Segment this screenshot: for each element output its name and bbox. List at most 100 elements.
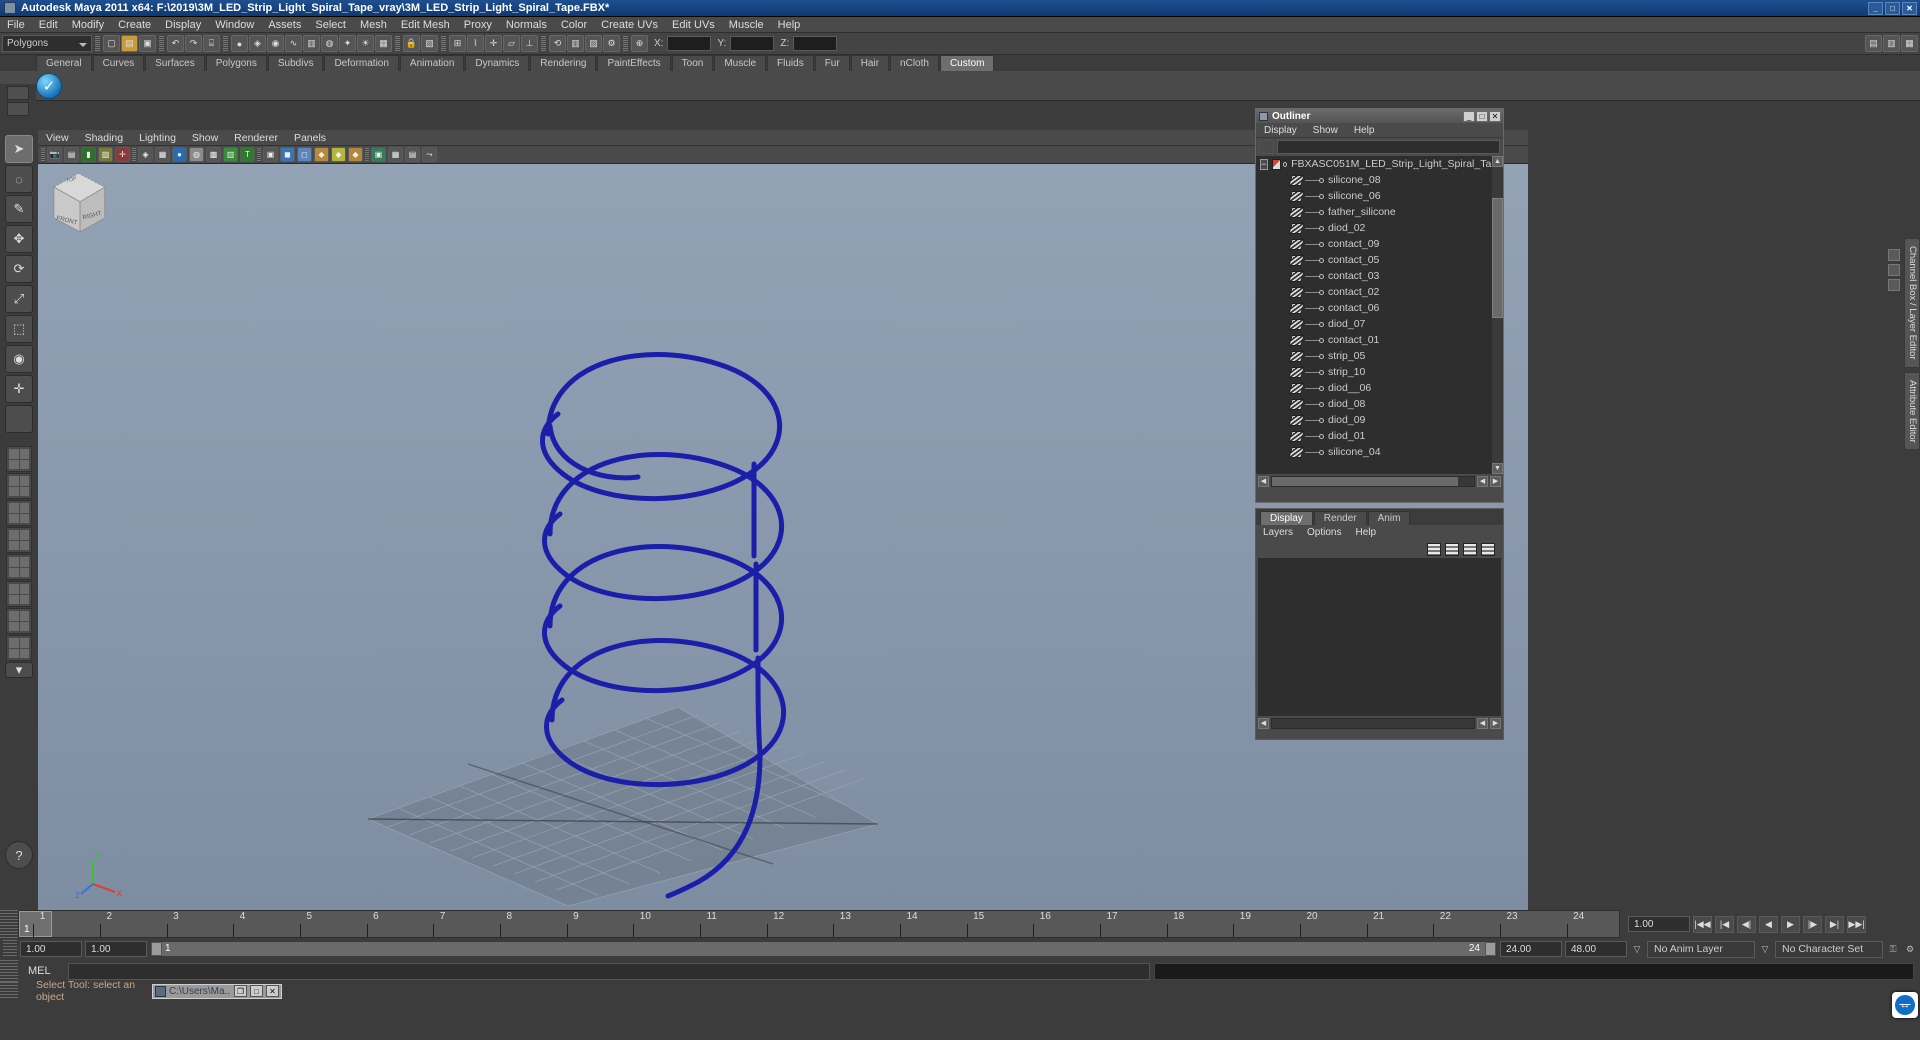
select-joints-icon[interactable]: ◉: [267, 35, 284, 52]
ipr-render-icon[interactable]: ▨: [585, 35, 602, 52]
panel-expand-icon[interactable]: [1888, 264, 1900, 276]
viewport-menu-show[interactable]: Show: [184, 132, 226, 144]
time-slider[interactable]: 1 1 2 3 4 5 6 7 8 9 10 11 12 13 14 15 16 17 18 19 20 21 22 23 2…: [18, 910, 1620, 938]
move-layer-up-icon[interactable]: [1427, 542, 1441, 556]
select-camera-icon[interactable]: 📷: [47, 147, 62, 162]
layer-hscroll-left-arrow[interactable]: ◀: [1258, 717, 1269, 729]
time-slider-grip[interactable]: [0, 910, 18, 938]
outliner-item[interactable]: contact_03: [1256, 268, 1503, 284]
menu-item-window[interactable]: Window: [208, 17, 261, 33]
outliner-hscroll-track[interactable]: [1271, 475, 1475, 487]
anim-layer-dropdown-icon[interactable]: ▽: [1758, 941, 1772, 958]
command-language-label[interactable]: MEL: [18, 965, 68, 977]
animation-preferences-icon[interactable]: ⚙: [1903, 941, 1917, 958]
layer-hscroll-track[interactable]: [1271, 717, 1475, 729]
menu-item-edit-uvs[interactable]: Edit UVs: [665, 17, 722, 33]
outliner-item[interactable]: silicone_04: [1256, 444, 1503, 460]
viewport-menu-view[interactable]: View: [38, 132, 77, 144]
color-management-icon[interactable]: ◆: [331, 147, 346, 162]
menu-item-proxy[interactable]: Proxy: [457, 17, 499, 33]
coord-z-field[interactable]: [793, 36, 838, 51]
construction-history-icon[interactable]: ⟲: [549, 35, 566, 52]
outliner-menu-display[interactable]: Display: [1256, 125, 1305, 136]
camera-attributes-icon[interactable]: ▤: [64, 147, 79, 162]
show-manipulator-tool-icon[interactable]: ✛: [5, 375, 33, 403]
shelf-tab-fur[interactable]: Fur: [814, 55, 850, 71]
shelf-tab-menu-button[interactable]: [7, 102, 29, 116]
undo-icon[interactable]: ↶: [167, 35, 184, 52]
go-to-end-button[interactable]: ▶▶|: [1847, 915, 1866, 933]
new-layer-from-selected-icon[interactable]: [1481, 542, 1495, 556]
menu-item-display[interactable]: Display: [158, 17, 208, 33]
shelf-tab-surfaces[interactable]: Surfaces: [145, 55, 205, 71]
outliner-item[interactable]: contact_01: [1256, 332, 1503, 348]
shelf-tab-custom[interactable]: Custom: [939, 55, 995, 71]
playback-end-field[interactable]: 48.00: [1565, 941, 1627, 957]
taskbar-close-button[interactable]: ✕: [266, 985, 279, 997]
expand-collapse-icon[interactable]: −: [1260, 158, 1268, 170]
menu-item-assets[interactable]: Assets: [261, 17, 308, 33]
two-d-pan-zoom-icon[interactable]: ✛: [115, 147, 130, 162]
move-tool-icon[interactable]: ✥: [5, 225, 33, 253]
shelf-tab-animation[interactable]: Animation: [399, 55, 465, 71]
layer-menu-options[interactable]: Options: [1300, 527, 1348, 538]
menu-item-modify[interactable]: Modify: [65, 17, 111, 33]
persp-uv-layout-icon[interactable]: [6, 581, 32, 607]
shelf-tab-rendering[interactable]: Rendering: [530, 55, 597, 71]
outliner-item[interactable]: contact_05: [1256, 252, 1503, 268]
wireframe-shading-icon[interactable]: ◈: [138, 147, 153, 162]
character-set-selector[interactable]: No Character Set: [1775, 940, 1883, 958]
new-layer-icon[interactable]: [1463, 542, 1477, 556]
layer-editor-scrollbar[interactable]: ◀ ◀ ▶: [1256, 716, 1503, 730]
view-cube[interactable]: TOP FRONT RIGHT: [38, 164, 116, 238]
taskbar-window-button[interactable]: C:\Users\Ma... ❐ □ ✕: [152, 983, 282, 999]
outliner-item[interactable]: diod__06: [1256, 380, 1503, 396]
range-left-handle[interactable]: [151, 942, 162, 956]
select-handles-icon[interactable]: ◈: [249, 35, 266, 52]
current-frame-field[interactable]: 1.00: [1628, 916, 1690, 932]
minimize-button[interactable]: _: [1868, 1, 1883, 15]
outliner-item[interactable]: diod_09: [1256, 412, 1503, 428]
coord-y-field[interactable]: [730, 36, 775, 51]
menu-item-normals[interactable]: Normals: [499, 17, 554, 33]
render-current-frame-icon[interactable]: ▥: [567, 35, 584, 52]
select-deformations-icon[interactable]: ◍: [321, 35, 338, 52]
step-forward-frame-button[interactable]: |▶: [1803, 915, 1822, 933]
range-start-field[interactable]: 1.00: [20, 941, 82, 957]
step-back-keyframe-button[interactable]: |◀: [1715, 915, 1734, 933]
command-line-input[interactable]: [68, 962, 1150, 980]
go-to-start-button[interactable]: |◀◀: [1693, 915, 1712, 933]
move-layer-down-icon[interactable]: [1445, 542, 1459, 556]
outliner-menu-show[interactable]: Show: [1305, 125, 1346, 136]
outliner-tree[interactable]: − FBXASC051M_LED_Strip_Light_Spiral_Tape s…: [1256, 156, 1503, 474]
new-scene-icon[interactable]: ▢: [103, 35, 120, 52]
rotate-tool-icon[interactable]: ⟳: [5, 255, 33, 283]
layer-list[interactable]: [1258, 558, 1501, 716]
universal-manipulator-icon[interactable]: ⬚: [5, 315, 33, 343]
outliner-hscroll-right-arrow[interactable]: ◀: [1477, 475, 1488, 487]
show-tool-settings-icon[interactable]: ▦: [1901, 35, 1918, 52]
help-line-icon[interactable]: ?: [5, 841, 33, 869]
shelf-options-button[interactable]: [7, 86, 29, 100]
outliner-item[interactable]: strip_10: [1256, 364, 1503, 380]
snap-point-icon[interactable]: ✛: [485, 35, 502, 52]
menu-item-create[interactable]: Create: [111, 17, 158, 33]
outliner-scroll-up-arrow[interactable]: ▲: [1492, 156, 1503, 167]
scale-tool-icon[interactable]: ⤢: [5, 285, 33, 313]
smooth-shade-all-icon[interactable]: ▦: [155, 147, 170, 162]
viewport-menu-panels[interactable]: Panels: [286, 132, 334, 144]
help-line-grip[interactable]: [0, 982, 18, 1000]
lock-selection-icon[interactable]: 🔒: [403, 35, 420, 52]
outliner-scroll-thumb[interactable]: [1492, 198, 1503, 318]
range-right-handle[interactable]: [1485, 942, 1496, 956]
close-button[interactable]: ✕: [1902, 1, 1917, 15]
outliner-menu-help[interactable]: Help: [1346, 125, 1383, 136]
outliner-item[interactable]: diod_01: [1256, 428, 1503, 444]
single-perspective-view-icon[interactable]: [6, 446, 32, 472]
menu-set-selector[interactable]: Polygons: [2, 35, 92, 52]
select-curves-icon[interactable]: ∿: [285, 35, 302, 52]
select-by-hierarchy-icon[interactable]: ⌸: [203, 35, 220, 52]
character-set-key-icon[interactable]: ⚿: [1886, 941, 1900, 958]
outliner-item[interactable]: diod_02: [1256, 220, 1503, 236]
outliner-item[interactable]: father_silicone: [1256, 204, 1503, 220]
